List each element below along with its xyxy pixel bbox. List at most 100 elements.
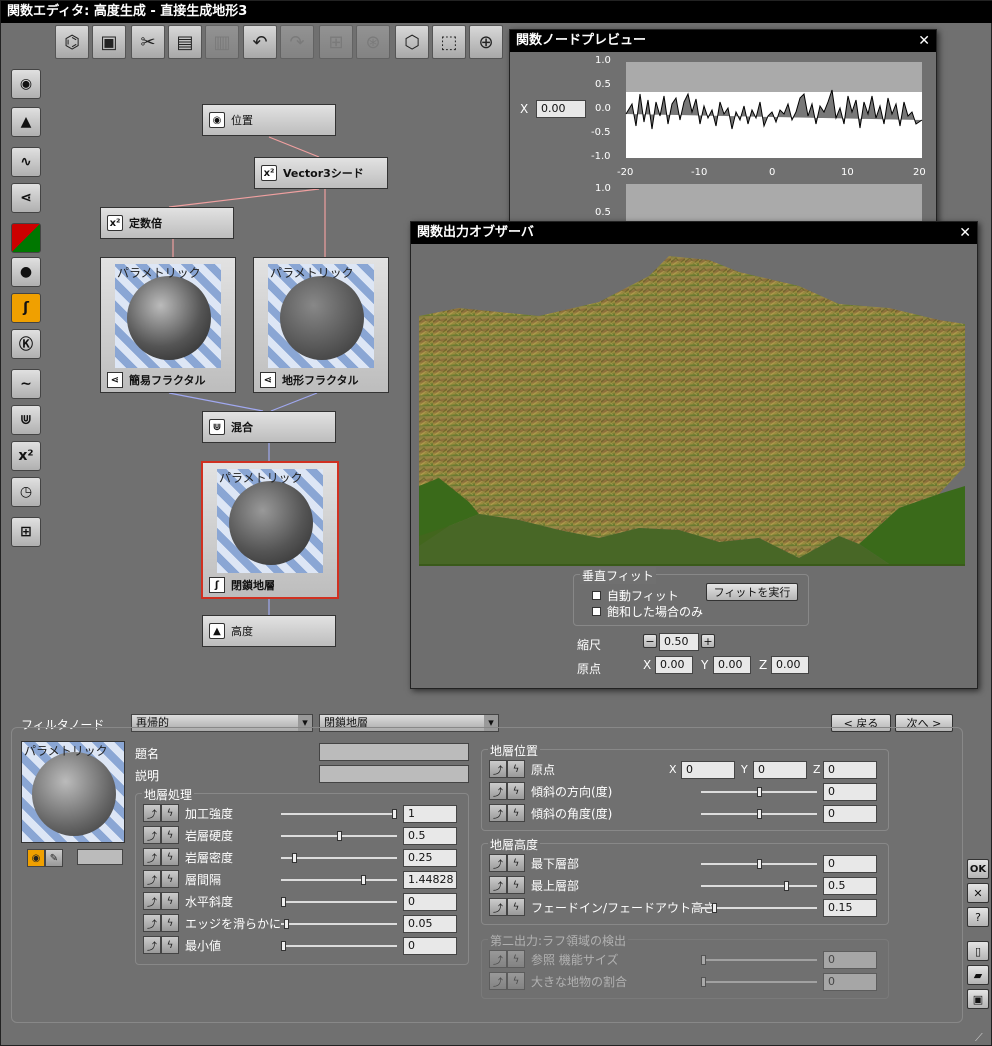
slider-knob[interactable]	[701, 977, 706, 987]
slider-knob[interactable]	[712, 903, 717, 913]
slider-knob[interactable]	[361, 875, 366, 885]
strata-3-slider[interactable]	[281, 875, 397, 885]
lightning-icon[interactable]: ϟ	[161, 892, 179, 910]
node-closed-strata[interactable]: パラメトリック ʃ 閉鎖地層	[201, 461, 339, 599]
lightning-icon[interactable]: ϟ	[161, 848, 179, 866]
strata-origin-y[interactable]: 0	[753, 761, 807, 779]
slider-knob[interactable]	[757, 787, 762, 797]
close-icon[interactable]: ✕	[967, 883, 989, 903]
lightning-icon[interactable]: ϟ	[161, 870, 179, 888]
close-icon[interactable]: ✕	[959, 222, 971, 244]
height-1-slider[interactable]	[701, 881, 817, 891]
height-2-input[interactable]: 0.15	[823, 899, 877, 917]
slider-knob[interactable]	[392, 809, 397, 819]
link-icon[interactable]: ⤴	[143, 848, 161, 866]
origin-x-input[interactable]: 0.00	[655, 656, 693, 674]
second-1-input[interactable]: 0	[823, 973, 877, 991]
link-icon[interactable]: ⤴	[143, 826, 161, 844]
node-simple-fractal[interactable]: パラメトリック ⋖ 簡易フラクタル	[100, 257, 236, 393]
help-icon[interactable]: ?	[967, 907, 989, 927]
link-icon[interactable]: ⤴	[489, 804, 507, 822]
link-icon[interactable]: ⤴	[489, 876, 507, 894]
checkbox[interactable]	[592, 591, 601, 600]
ok-button[interactable]: OK	[967, 859, 989, 879]
lightning-icon[interactable]: ϟ	[507, 760, 525, 778]
origin-z-input[interactable]: 0.00	[771, 656, 809, 674]
strata-4-input[interactable]: 0	[403, 893, 457, 911]
slider-knob[interactable]	[281, 897, 286, 907]
slider-knob[interactable]	[784, 881, 789, 891]
link-icon[interactable]: ⤴	[489, 854, 507, 872]
link-icon[interactable]: ⤴	[489, 898, 507, 916]
lightning-icon[interactable]: ϟ	[507, 854, 525, 872]
lightning-icon[interactable]: ϟ	[161, 826, 179, 844]
slider-knob[interactable]	[281, 941, 286, 951]
x-input[interactable]: 0.00	[536, 100, 586, 118]
scale-plus-button[interactable]: +	[701, 634, 715, 648]
node-icon-button[interactable]: ◉	[27, 849, 45, 867]
second-1-slider[interactable]	[701, 977, 817, 987]
slope-angle-input[interactable]: 0	[823, 805, 877, 823]
origin-y-input[interactable]: 0.00	[713, 656, 751, 674]
color-swatch[interactable]	[77, 849, 123, 865]
slope-dir-input[interactable]: 0	[823, 783, 877, 801]
link-icon[interactable]: ⤴	[489, 760, 507, 778]
desc-input[interactable]	[319, 765, 469, 783]
slider-knob[interactable]	[337, 831, 342, 841]
strata-4-slider[interactable]	[281, 897, 397, 907]
run-fit-button[interactable]: フィットを実行	[706, 583, 798, 601]
open-folder-icon[interactable]: ▰	[967, 965, 989, 985]
save-icon[interactable]: ▣	[967, 989, 989, 1009]
new-file-icon[interactable]: ▯	[967, 941, 989, 961]
name-input[interactable]	[319, 743, 469, 761]
lightning-icon[interactable]: ϟ	[161, 936, 179, 954]
lightning-icon[interactable]: ϟ	[161, 914, 179, 932]
second-0-slider[interactable]	[701, 955, 817, 965]
saturated-only-checkbox[interactable]: 飽和した場合のみ	[592, 603, 703, 620]
height-1-input[interactable]: 0.5	[823, 877, 877, 895]
link-icon[interactable]: ⤴	[143, 804, 161, 822]
node-seed[interactable]: x² Vector3シード	[254, 157, 388, 189]
link-icon[interactable]: ⤴	[143, 936, 161, 954]
checkbox[interactable]	[592, 607, 601, 616]
strata-6-input[interactable]: 0	[403, 937, 457, 955]
strata-origin-x[interactable]: 0	[681, 761, 735, 779]
link-icon[interactable]: ⤴	[143, 892, 161, 910]
lightning-icon[interactable]: ϟ	[161, 804, 179, 822]
node-position[interactable]: ◉ 位置	[202, 104, 336, 136]
node-mix[interactable]: ⋓ 混合	[202, 411, 336, 443]
rename-icon[interactable]: ✎	[45, 849, 63, 867]
lightning-icon[interactable]: ϟ	[507, 782, 525, 800]
link-icon[interactable]: ⤴	[489, 972, 507, 990]
node-multiplier[interactable]: x² 定数倍	[100, 207, 234, 239]
node-terrain-fractal[interactable]: パラメトリック ⋖ 地形フラクタル	[253, 257, 389, 393]
strata-3-input[interactable]: 1.44828	[403, 871, 457, 889]
link-icon[interactable]: ⤴	[143, 914, 161, 932]
scale-minus-button[interactable]: −	[643, 634, 657, 648]
slope-angle-slider[interactable]	[701, 809, 817, 819]
strata-1-input[interactable]: 0.5	[403, 827, 457, 845]
auto-fit-checkbox[interactable]: 自動フィット	[592, 587, 679, 604]
strata-5-input[interactable]: 0.05	[403, 915, 457, 933]
lightning-icon[interactable]: ϟ	[507, 898, 525, 916]
strata-0-input[interactable]: 1	[403, 805, 457, 823]
second-0-input[interactable]: 0	[823, 951, 877, 969]
strata-1-slider[interactable]	[281, 831, 397, 841]
slider-knob[interactable]	[701, 955, 706, 965]
slider-knob[interactable]	[292, 853, 297, 863]
lightning-icon[interactable]: ϟ	[507, 876, 525, 894]
slope-dir-slider[interactable]	[701, 787, 817, 797]
lightning-icon[interactable]: ϟ	[507, 950, 525, 968]
strata-0-slider[interactable]	[281, 809, 397, 819]
lightning-icon[interactable]: ϟ	[507, 972, 525, 990]
height-0-slider[interactable]	[701, 859, 817, 869]
slider-knob[interactable]	[284, 919, 289, 929]
strata-6-slider[interactable]	[281, 941, 397, 951]
resize-grip-icon[interactable]: ⟋	[975, 1031, 989, 1045]
slider-knob[interactable]	[757, 809, 762, 819]
strata-2-slider[interactable]	[281, 853, 397, 863]
link-icon[interactable]: ⤴	[489, 782, 507, 800]
link-icon[interactable]: ⤴	[489, 950, 507, 968]
link-icon[interactable]: ⤴	[143, 870, 161, 888]
node-altitude[interactable]: ▲ 高度	[202, 615, 336, 647]
